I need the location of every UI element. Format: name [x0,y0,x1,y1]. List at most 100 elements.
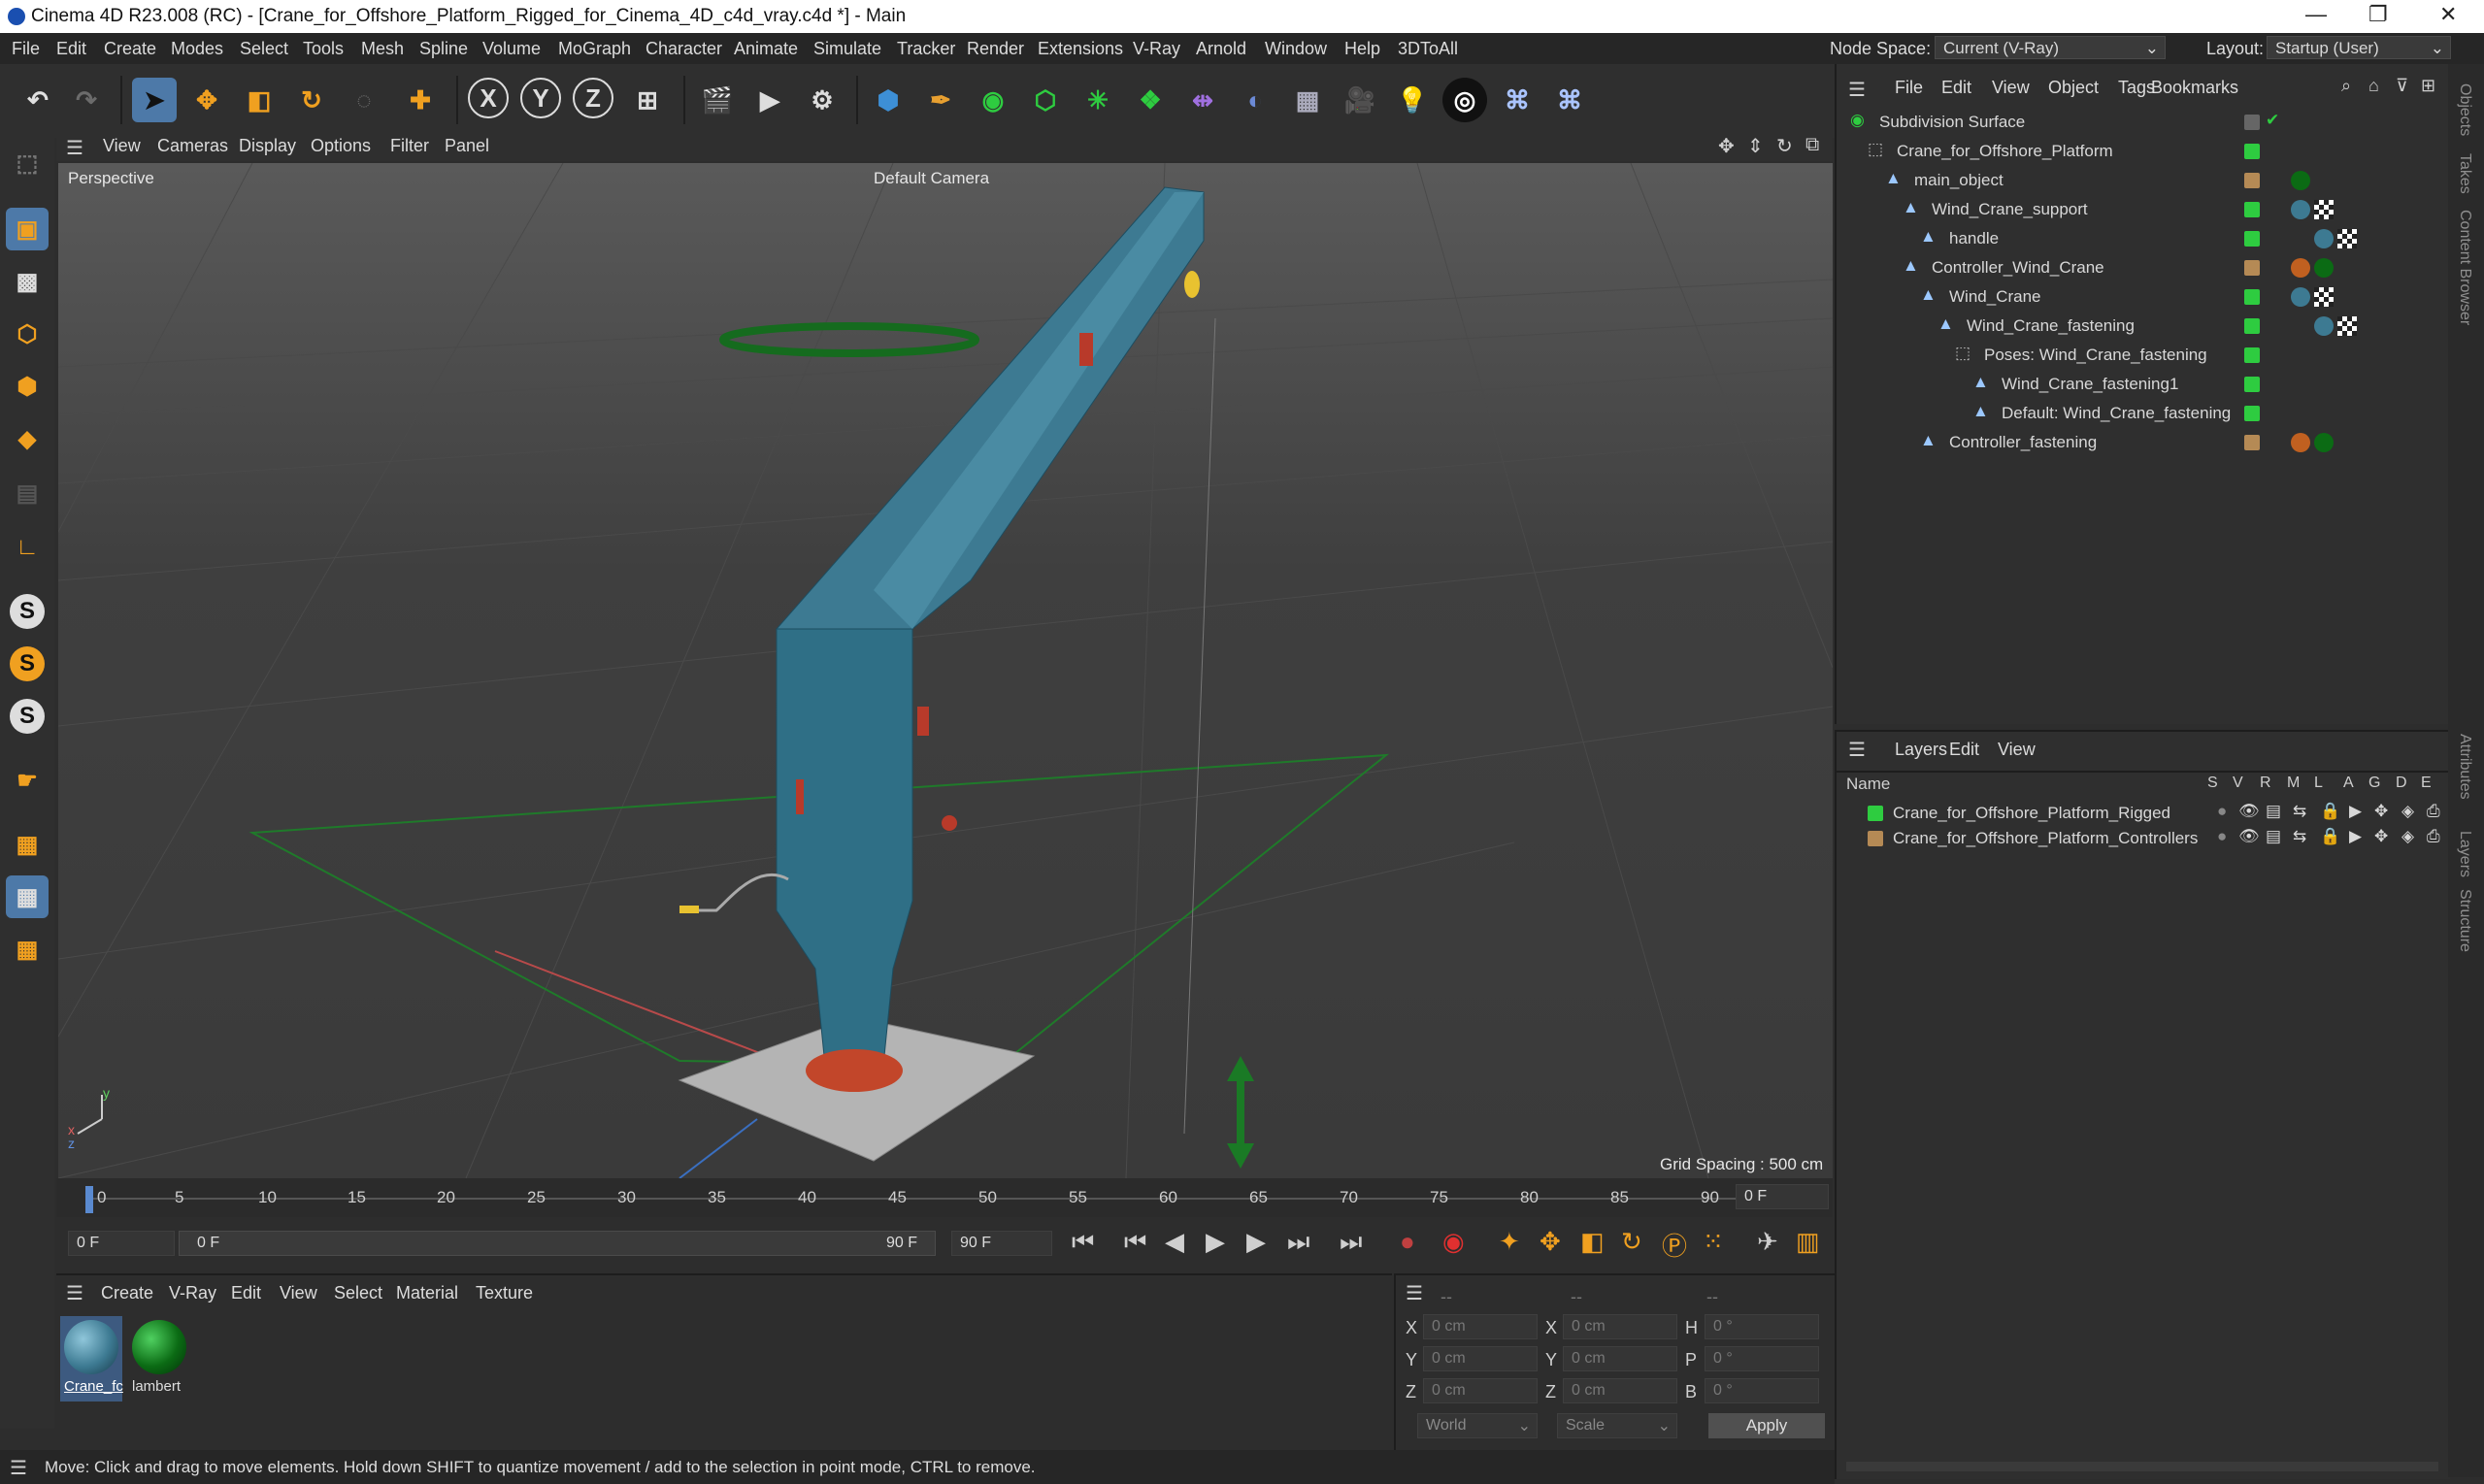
vray-icon[interactable]: ◎ [1442,78,1487,122]
animation-play-icon[interactable]: ▶ [2349,827,2362,846]
viewport-menu-display[interactable]: Display [239,136,296,156]
material-menu-vray[interactable]: V-Ray [169,1283,216,1303]
tree-item-subdivision-surface[interactable]: ◉ Subdivision Surface ✔ [1844,109,2446,138]
material-tag-icon[interactable] [2314,258,2334,278]
previous-frame-icon[interactable]: ◀ [1165,1227,1184,1257]
menu-mesh[interactable]: Mesh [361,39,404,59]
manager-icon[interactable]: ⇆ [2293,827,2306,846]
x-axis-lock-icon[interactable]: X [468,78,509,118]
home-icon[interactable]: ⌂ [2368,76,2379,96]
uvw-tag-icon[interactable] [2314,200,2334,219]
layer-color-swatch[interactable] [2244,347,2260,363]
go-to-start-icon[interactable]: ⏮ [1072,1227,1094,1258]
tree-item-crane[interactable]: ⬚ Crane_for_Offshore_Platform [1844,138,2446,167]
tree-item-default-pose[interactable]: ▲ Default: Wind_Crane_fastening [1844,400,2446,429]
workplane-snap-icon[interactable]: S [10,699,45,734]
deformer-icon[interactable]: ⇹ [1180,78,1225,122]
python-icon[interactable]: ⌘ [1495,78,1540,122]
menu-spline[interactable]: Spline [419,39,468,59]
material-tag-icon[interactable] [2291,287,2310,307]
start-frame-field[interactable]: 0 F [68,1231,175,1256]
subdivision-surface-icon[interactable]: ◉ [971,78,1015,122]
menu-extensions[interactable]: Extensions [1038,39,1123,59]
render-settings-icon[interactable]: ⚙ [800,78,845,122]
generator-icon[interactable]: ✥ [2374,802,2388,821]
menu-volume[interactable]: Volume [482,39,541,59]
menu-character[interactable]: Character [646,39,722,59]
viewport-move-icon[interactable]: ✥ [1718,134,1735,158]
layer-row-controllers[interactable]: Crane_for_Offshore_Platform_Controllers … [1844,825,2446,854]
rotation-p-field[interactable]: 0 ° [1705,1346,1819,1371]
lock-icon[interactable]: 🔒 [2320,827,2340,846]
z-axis-lock-icon[interactable]: Z [573,78,613,118]
tree-item-wind-crane-fastening[interactable]: ▲ Wind_Crane_fastening [1844,313,2446,342]
tree-item-wind-crane-fastening1[interactable]: ▲ Wind_Crane_fastening1 [1844,371,2446,400]
key-position-icon[interactable]: ✥ [1540,1227,1561,1257]
uvw-tag-icon[interactable] [2337,229,2357,248]
expression-icon[interactable]: ⎙ [2427,827,2440,846]
menu-create[interactable]: Create [104,39,156,59]
key-parameter-icon[interactable]: Ⓟ [1662,1227,1687,1263]
menu-arnold[interactable]: Arnold [1196,39,1246,59]
polygons-mode-icon[interactable]: ◆ [6,417,49,460]
size-y-field[interactable]: 0 cm [1563,1346,1677,1371]
layer-menu-edit[interactable]: Edit [1949,740,1979,760]
layer-color-swatch[interactable] [1868,806,1883,821]
tree-item-controller-wind-crane[interactable]: ▲ Controller_Wind_Crane [1844,254,2446,283]
size-z-field[interactable]: 0 cm [1563,1378,1677,1403]
eye-icon[interactable]: 👁 [2238,802,2260,821]
mograph-icon[interactable]: ❖ [1128,78,1173,122]
select-cursor-icon[interactable]: ➤ [132,78,177,122]
keyframe-selection-icon[interactable]: ✦ [1499,1227,1520,1257]
layer-column-render[interactable]: R [2260,775,2271,792]
maximize-button[interactable]: ❐ [2368,2,2388,27]
axis-mode-icon[interactable]: ∟ [6,526,49,569]
new-window-icon[interactable]: ⊞ [2421,76,2435,96]
tree-item-main-object[interactable]: ▲ main_object [1844,167,2446,196]
menu-edit[interactable]: Edit [56,39,86,59]
pen-spline-icon[interactable]: ✒ [918,78,963,122]
render-view-icon[interactable]: 🎬 [695,78,740,122]
tree-item-wind-crane[interactable]: ▲ Wind_Crane [1844,283,2446,313]
hamburger-icon[interactable]: ☰ [1848,78,1866,102]
material-menu-create[interactable]: Create [101,1283,153,1303]
menu-window[interactable]: Window [1265,39,1327,59]
tree-item-controller-fastening[interactable]: ▲ Controller_fastening [1844,429,2446,458]
texture-mode-icon[interactable]: ▩ [6,260,49,303]
position-z-field[interactable]: 0 cm [1423,1378,1538,1403]
tree-item-handle[interactable]: ▲ handle [1844,225,2446,254]
menu-file[interactable]: File [12,39,40,59]
object-menu-file[interactable]: File [1895,78,1923,98]
layer-column-solo[interactable]: S [2207,775,2218,792]
layer-menu-view[interactable]: View [1998,740,2036,760]
layer-color-swatch[interactable] [2244,318,2260,334]
controller-wind-crane-ring[interactable] [719,322,979,357]
hamburger-icon[interactable]: ☰ [66,1281,83,1305]
object-menu-bookmarks[interactable]: Bookmarks [2151,78,2238,98]
recent-tool-icon[interactable]: ◌ [342,78,386,122]
end-frame-field[interactable]: 90 F [951,1231,1052,1256]
layer-color-swatch[interactable] [2244,435,2260,450]
layer-menu-layers[interactable]: Layers [1895,740,1947,760]
tab-objects[interactable]: Objects [2456,83,2473,136]
layer-color-swatch[interactable] [2244,173,2260,188]
solo-dot-icon[interactable]: ● [2217,802,2227,821]
layer-color-swatch[interactable] [2244,377,2260,392]
menu-tracker[interactable]: Tracker [897,39,955,59]
edges-mode-icon[interactable]: ⬢ [6,365,49,408]
horizontal-scrollbar[interactable] [1846,1462,2438,1471]
redo-icon[interactable]: ↷ [64,78,109,122]
motion-clip-icon[interactable]: ✈ [1757,1227,1778,1257]
next-frame-icon[interactable]: ▶ [1246,1227,1266,1257]
object-menu-object[interactable]: Object [2048,78,2099,98]
layer-color-swatch[interactable] [2244,144,2260,159]
tree-item-wind-crane-support[interactable]: ▲ Wind_Crane_support [1844,196,2446,225]
expression-icon[interactable]: ⎙ [2427,802,2440,821]
viewport-menu-cameras[interactable]: Cameras [157,136,228,156]
material-tag-icon[interactable] [2291,171,2310,190]
menu-3dtoall[interactable]: 3DToAll [1398,39,1458,59]
material-slot-lambert[interactable]: lambert [128,1316,190,1402]
layer-color-swatch[interactable] [2244,115,2260,130]
render-picture-viewer-icon[interactable]: ▶ [747,78,792,122]
play-icon[interactable]: ▶ [1206,1227,1225,1257]
